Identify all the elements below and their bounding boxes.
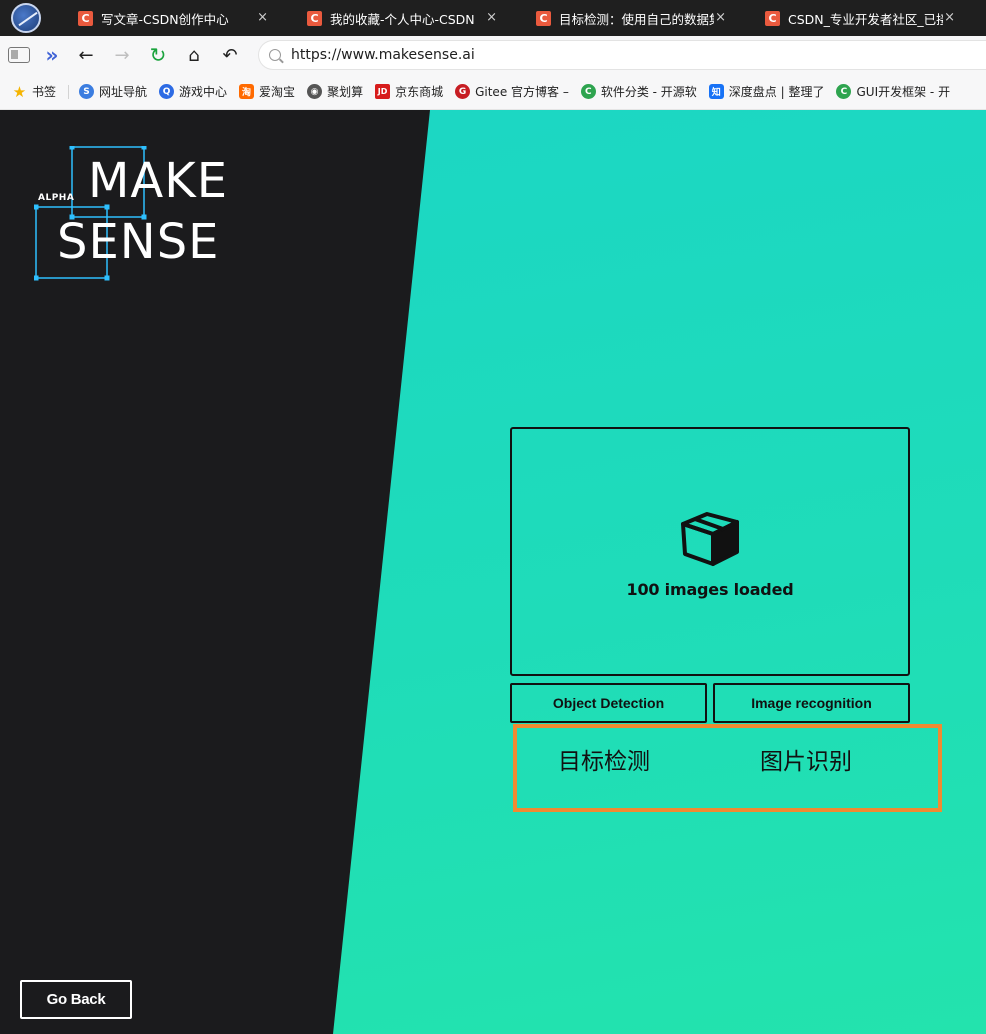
- browser-logo-icon[interactable]: [11, 3, 41, 33]
- bookmark-label: 书签: [32, 85, 57, 99]
- box-icon: [681, 512, 739, 566]
- close-icon[interactable]: ×: [257, 10, 268, 25]
- bookmark-item[interactable]: C 软件分类 - 开源软: [580, 83, 697, 100]
- object-detection-button[interactable]: Object Detection: [510, 683, 707, 723]
- gitee-icon: G: [455, 84, 471, 99]
- image-recognition-button[interactable]: Image recognition: [713, 683, 910, 723]
- address-bar[interactable]: https://www.makesense.ai: [258, 40, 986, 70]
- annotation-highlight-box: 目标检测 图片识别: [513, 724, 942, 812]
- makesense-logo: ALPHA MAKE SENSE: [34, 146, 234, 282]
- bookmark-item[interactable]: S 网址导航: [79, 83, 147, 100]
- annotation-label-object-detection: 目标检测: [558, 749, 650, 775]
- logo-sense-text: SENSE: [57, 214, 220, 270]
- tab-title: 我的收藏-个人中心-CSDN: [330, 11, 475, 27]
- bookmarks-bar: ★ 书签 S 网址导航 Q 游戏中心 淘 爱淘宝 ◉ 聚划算 JD 京东商城 G…: [0, 74, 986, 110]
- bookmark-item[interactable]: ★ 书签: [12, 82, 57, 101]
- reload-icon[interactable]: ↻: [140, 40, 176, 70]
- expand-sidebar-icon[interactable]: »: [36, 40, 68, 70]
- csdn-favicon-icon: C: [765, 10, 780, 26]
- image-dropzone[interactable]: 100 images loaded: [510, 427, 910, 676]
- browser-tab[interactable]: C 写文章-CSDN创作中心 ×: [51, 0, 280, 36]
- browser-tab[interactable]: C 我的收藏-个人中心-CSDN ×: [280, 0, 509, 36]
- makesense-page: ALPHA MAKE SENSE 100 images loaded Objec…: [0, 110, 986, 1034]
- reader-mode-icon[interactable]: [8, 47, 30, 63]
- browser-toolbar: » ← → ↻ ⌂ ↶ https://www.makesense.ai: [0, 36, 986, 74]
- close-icon[interactable]: ×: [944, 10, 955, 25]
- bookmark-label: 京东商城: [395, 85, 444, 99]
- tab-title: 目标检测：使用自己的数据集做: [559, 11, 714, 27]
- csdn-favicon-icon: C: [78, 10, 93, 26]
- go-back-button[interactable]: Go Back: [20, 980, 132, 1019]
- close-icon[interactable]: ×: [486, 10, 497, 25]
- bookmark-label: GUI开发框架 - 开: [856, 85, 951, 99]
- bookmark-item[interactable]: Q 游戏中心: [159, 83, 227, 100]
- tab-title: CSDN_专业开发者社区_已接入: [788, 11, 943, 27]
- images-loaded-status: 100 images loaded: [626, 580, 794, 599]
- jd-icon: JD: [375, 84, 391, 99]
- bookmark-item[interactable]: ◉ 聚划算: [307, 83, 363, 100]
- bookmark-item[interactable]: 淘 爱淘宝: [239, 83, 295, 100]
- oschina-icon: C: [836, 84, 852, 99]
- search-icon: [269, 49, 281, 61]
- game-icon: Q: [159, 84, 175, 99]
- taobao-icon: 淘: [239, 84, 255, 99]
- bookmark-item[interactable]: C GUI开发框架 - 开: [836, 83, 950, 100]
- csdn-favicon-icon: C: [536, 10, 551, 26]
- annotation-label-image-recognition: 图片识别: [760, 749, 852, 775]
- star-icon: ★: [12, 82, 27, 101]
- logo-alpha-tag: ALPHA: [38, 193, 75, 203]
- bookmark-separator: [68, 84, 70, 99]
- csdn-favicon-icon: C: [307, 10, 322, 26]
- bookmark-label: 游戏中心: [179, 85, 228, 99]
- bookmark-label: Gitee 官方博客 –: [475, 85, 569, 99]
- logo-make-text: MAKE: [88, 153, 229, 209]
- nav-icon: S: [79, 84, 95, 99]
- oschina-icon: C: [580, 84, 596, 99]
- bookmark-label: 爱淘宝: [259, 85, 296, 99]
- tab-title: 写文章-CSDN创作中心: [101, 11, 229, 27]
- bookmark-item[interactable]: G Gitee 官方博客 –: [455, 83, 569, 100]
- undo-icon[interactable]: ↶: [212, 40, 248, 70]
- browser-tab[interactable]: C CSDN_专业开发者社区_已接入 ×: [738, 0, 967, 36]
- bookmark-item[interactable]: JD 京东商城: [375, 83, 443, 100]
- back-arrow-icon[interactable]: ←: [68, 40, 104, 70]
- bookmark-label: 网址导航: [99, 85, 148, 99]
- bookmark-label: 深度盘点 | 整理了: [728, 85, 825, 99]
- home-icon[interactable]: ⌂: [176, 40, 212, 70]
- browser-tab-bar: C 写文章-CSDN创作中心 × C 我的收藏-个人中心-CSDN × C 目标…: [0, 0, 986, 36]
- globe-icon: ◉: [307, 84, 323, 99]
- close-icon[interactable]: ×: [715, 10, 726, 25]
- bookmark-item[interactable]: 知 深度盘点 | 整理了: [708, 83, 825, 100]
- bookmark-label: 聚划算: [327, 85, 364, 99]
- bookmark-label: 软件分类 - 开源软: [600, 85, 697, 99]
- zhihu-icon: 知: [708, 84, 724, 99]
- forward-arrow-icon[interactable]: →: [104, 40, 140, 70]
- url-text[interactable]: https://www.makesense.ai: [291, 47, 475, 63]
- browser-tab[interactable]: C 目标检测：使用自己的数据集做 ×: [509, 0, 738, 36]
